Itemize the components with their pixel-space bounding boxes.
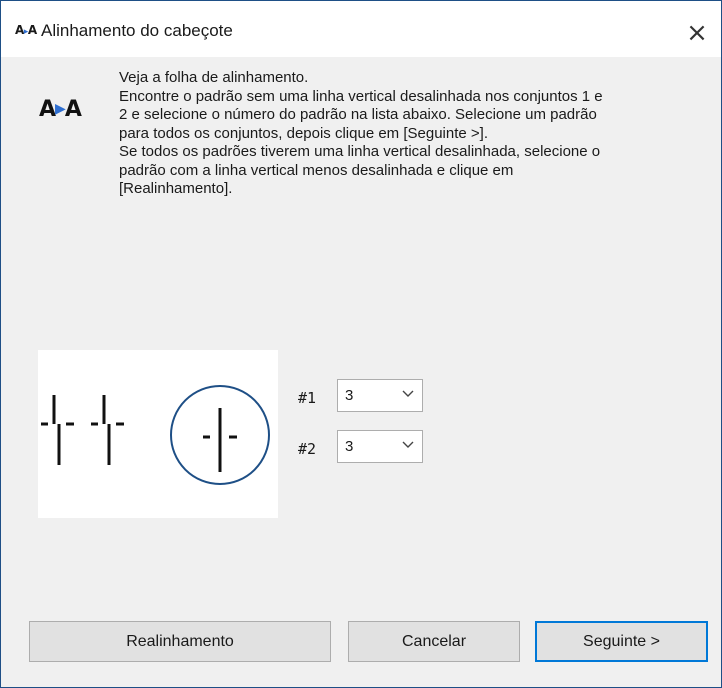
realign-button-label: Realinhamento xyxy=(126,632,234,650)
set-2-label: #2 xyxy=(298,440,317,458)
instruction-line: Encontre o padrão sem uma linha vertical… xyxy=(119,87,603,105)
instruction-line: [Realinhamento]. xyxy=(119,180,233,197)
set-1-label: #1 xyxy=(298,389,317,407)
dialog-window: A▸A Alinhamento do cabeçote × A▶A Veja a… xyxy=(0,0,722,688)
instruction-line: 2 e selecione o número do padrão na list… xyxy=(119,106,597,123)
instruction-line: Veja a folha de alinhamento. xyxy=(119,69,309,86)
instruction-line: para todos os conjuntos, depois clique e… xyxy=(119,124,488,142)
cancel-button[interactable]: Cancelar xyxy=(348,621,520,662)
set-1-pattern-select[interactable]: 3 xyxy=(337,379,423,412)
close-button[interactable]: × xyxy=(681,17,713,49)
next-button[interactable]: Seguinte > xyxy=(535,621,708,662)
head-alignment-icon: A▶A xyxy=(39,97,82,122)
alignment-pattern-illustration xyxy=(38,350,278,518)
cancel-button-label: Cancelar xyxy=(401,632,467,650)
chevron-down-icon xyxy=(402,441,414,448)
realign-button[interactable]: Realinhamento xyxy=(29,621,331,662)
instruction-line: padrão com a linha vertical menos desali… xyxy=(119,161,514,179)
instructions-text: Veja a folha de alinhamento. Encontre o … xyxy=(119,69,709,199)
set-2-value: 3 xyxy=(345,438,354,455)
set-2-pattern-select[interactable]: 3 xyxy=(337,430,423,463)
head-alignment-icon: A▸A xyxy=(15,23,37,37)
window-title: Alinhamento do cabeçote xyxy=(41,21,233,40)
chevron-down-icon xyxy=(402,390,414,397)
close-icon: × xyxy=(686,18,708,48)
title-bar: A▸A Alinhamento do cabeçote × xyxy=(1,1,721,57)
next-button-label: Seguinte > xyxy=(583,632,660,650)
set-1-value: 3 xyxy=(345,387,354,404)
alignment-pattern-graphic xyxy=(41,385,270,485)
instruction-line: Se todos os padrões tiverem uma linha ve… xyxy=(119,143,601,160)
